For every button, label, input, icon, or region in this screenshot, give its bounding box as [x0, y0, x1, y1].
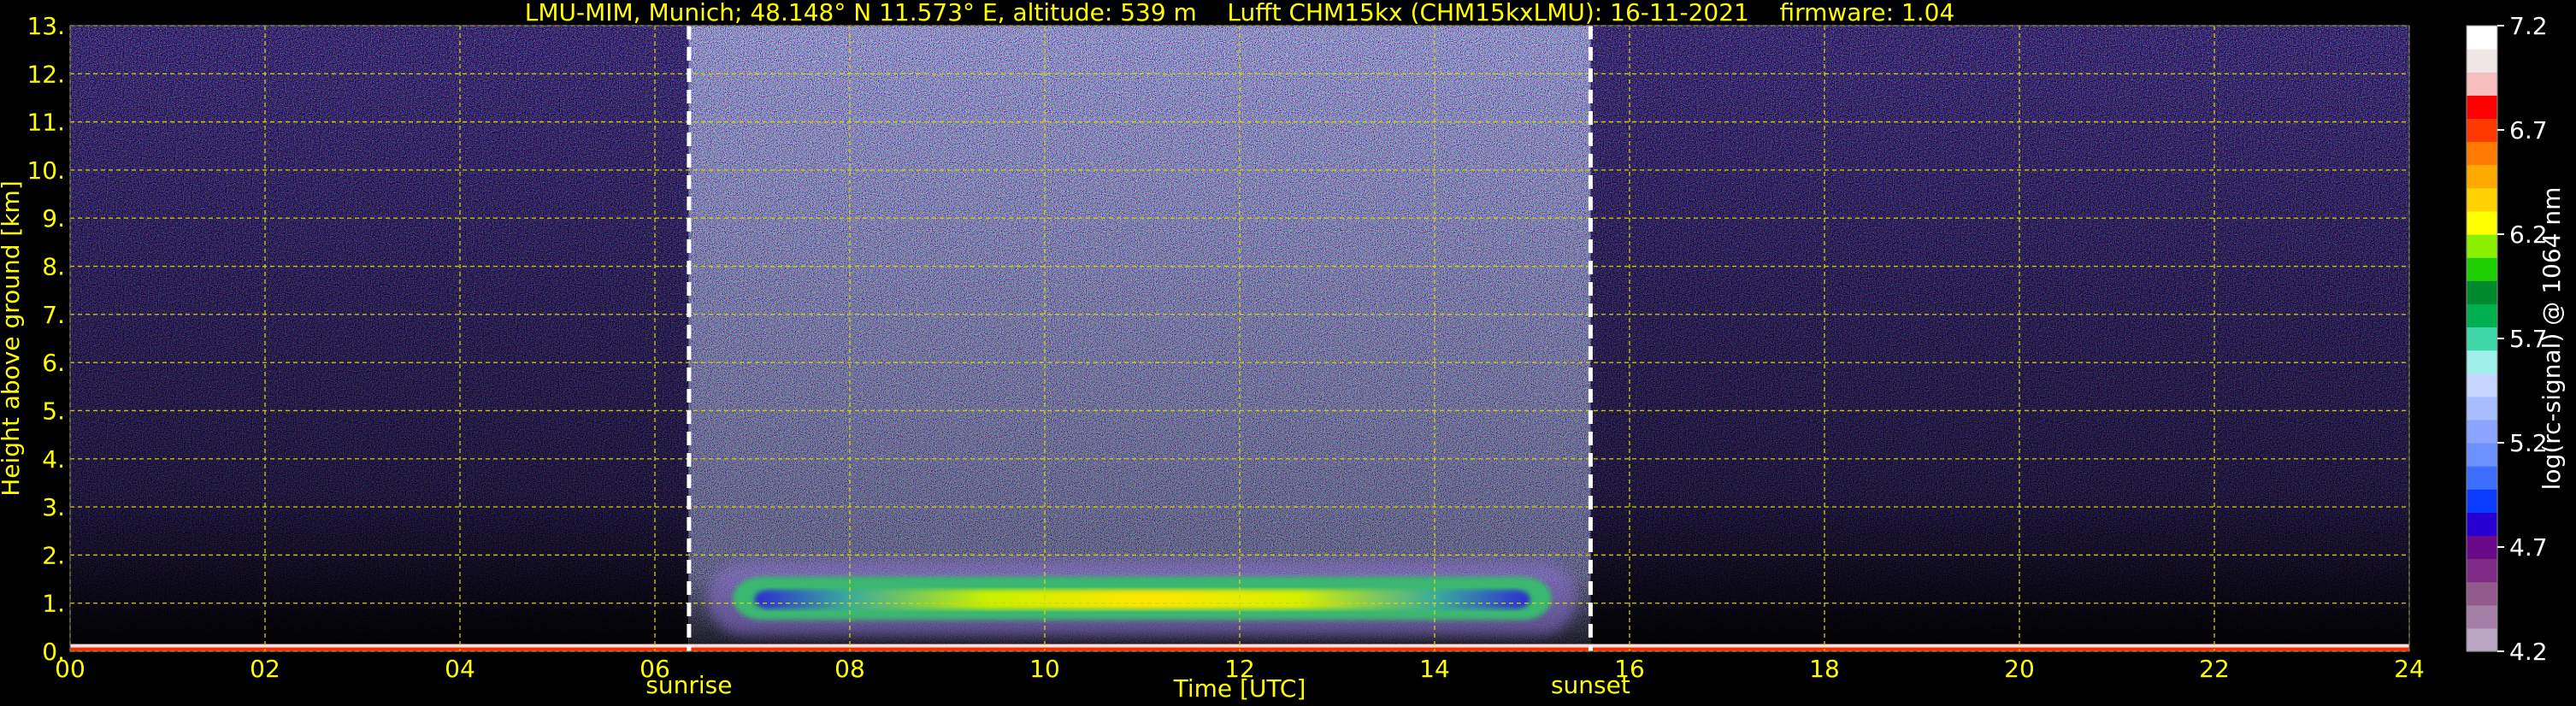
- y-tick-label: 9.: [42, 204, 65, 232]
- colorbar-label: log(rc-signal) @ 1064 nm: [2538, 187, 2566, 491]
- y-tick-label: 11.: [27, 109, 65, 137]
- colorbar-segment: [2467, 396, 2497, 421]
- y-tick-label: 12.: [27, 60, 65, 88]
- y-tick-label: 7.: [42, 301, 65, 329]
- y-tick-label: 10.: [27, 156, 65, 185]
- colorbar-segment: [2467, 280, 2497, 304]
- y-tick-label: 4.: [42, 445, 65, 474]
- colorbar-segment: [2467, 118, 2497, 143]
- y-axis: 0. 1. 2. 3. 4. 5. 6. 7. 8. 9. 10. 11. 12. 13.: [27, 12, 65, 666]
- colorbar-segment: [2467, 26, 2497, 50]
- colorbar-segment: [2467, 581, 2497, 606]
- colorbar-tick-label: 7.2: [2509, 12, 2548, 40]
- colorbar-segment: [2467, 210, 2497, 235]
- colorbar-segment: [2467, 512, 2497, 537]
- colorbar-segment: [2467, 604, 2497, 629]
- x-axis-label: Time [UTC]: [1173, 674, 1306, 703]
- colorbar-segment: [2467, 95, 2497, 120]
- x-tick-label: 06: [640, 655, 670, 683]
- y-tick-label: 8.: [42, 253, 65, 281]
- y-tick-label: 3.: [42, 493, 65, 521]
- x-tick-label: 08: [834, 655, 865, 683]
- colorbar-segment: [2467, 419, 2497, 444]
- x-tick-label: 16: [1614, 655, 1645, 683]
- x-tick-label: 10: [1029, 655, 1060, 683]
- colorbar-segment: [2467, 234, 2497, 258]
- colorbar-segment: [2467, 350, 2497, 374]
- chart-title: LMU-MIM, Munich; 48.148° N 11.573° E, al…: [525, 0, 1955, 26]
- x-tick-label: 22: [2199, 655, 2230, 683]
- colorbar-segment: [2467, 558, 2497, 583]
- boundary-layer-core: [754, 589, 1530, 609]
- colorbar-segment: [2467, 141, 2497, 166]
- plot-area: sunrise sunset: [69, 25, 2410, 699]
- colorbar-tick-label: 4.2: [2509, 638, 2548, 666]
- y-axis-label: Height above ground [km]: [0, 180, 25, 497]
- x-tick-label: 02: [250, 655, 280, 683]
- colorbar: 4.24.75.25.76.26.77.2: [2466, 12, 2548, 666]
- colorbar-segment: [2467, 49, 2497, 73]
- x-tick-label: 04: [445, 655, 475, 683]
- y-tick-label: 0.: [42, 638, 65, 666]
- colorbar-segment: [2467, 627, 2497, 652]
- colorbar-tick-label: 6.7: [2509, 116, 2548, 144]
- colorbar-segment: [2467, 257, 2497, 281]
- colorbar-segment: [2467, 535, 2497, 560]
- x-tick-label: 18: [1809, 655, 1840, 683]
- colorbar-segment: [2467, 466, 2497, 490]
- y-tick-label: 1.: [42, 590, 65, 618]
- x-tick-label: 20: [2004, 655, 2035, 683]
- colorbar-segment: [2467, 164, 2497, 189]
- colorbar-segment: [2467, 443, 2497, 467]
- y-tick-label: 2.: [42, 541, 65, 569]
- colorbar-segment: [2467, 72, 2497, 96]
- colorbar-segment: [2467, 303, 2497, 328]
- colorbar-segment: [2467, 373, 2497, 397]
- x-tick-label: 24: [2394, 655, 2425, 683]
- colorbar-segment: [2467, 187, 2497, 212]
- y-tick-label: 6.: [42, 349, 65, 377]
- y-tick-label: 5.: [42, 397, 65, 425]
- y-tick-label: 13.: [27, 12, 65, 40]
- x-tick-label: 14: [1419, 655, 1450, 683]
- daytime-fade: [688, 26, 1591, 651]
- lidar-quicklook-chart: LMU-MIM, Munich; 48.148° N 11.573° E, al…: [0, 0, 2566, 703]
- colorbar-segment: [2467, 327, 2497, 351]
- colorbar-segment: [2467, 489, 2497, 513]
- colorbar-tick-label: 4.7: [2509, 533, 2548, 562]
